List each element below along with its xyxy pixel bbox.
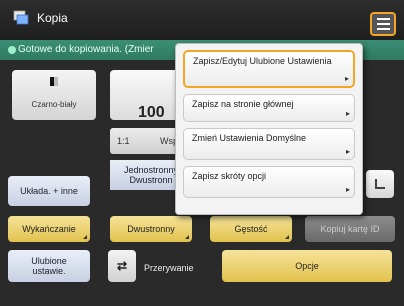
interrupt-button[interactable]: ⇄ bbox=[108, 250, 136, 282]
color-mode-button[interactable]: Czarno-biały bbox=[12, 70, 96, 120]
submenu-arrow-icon: ▸ bbox=[345, 109, 350, 118]
status-ok-icon bbox=[8, 46, 16, 54]
copy-ratio-panel[interactable]: 100 bbox=[110, 70, 180, 121]
menu-button[interactable] bbox=[370, 12, 396, 36]
header-bar: Kopia bbox=[0, 0, 404, 40]
menu-item-save-to-home[interactable]: Zapisz na stronie głównej ▸ bbox=[183, 94, 355, 122]
ratio-label: 1:1 bbox=[117, 136, 130, 146]
interrupt-label: Przerywanie bbox=[144, 263, 194, 273]
layout-other-button[interactable]: Układa. + inne bbox=[8, 176, 90, 206]
density-button[interactable]: Gęstość bbox=[210, 216, 292, 242]
menu-dropdown: Zapisz/Edytuj Ulubione Ustawienia ▸ Zapi… bbox=[175, 43, 363, 215]
id-card-copy-button[interactable]: Kopiuj kartę ID bbox=[305, 216, 395, 242]
interrupt-icon: ⇄ bbox=[116, 259, 128, 273]
finishing-button[interactable]: Wykańczanie bbox=[8, 216, 90, 242]
status-message: Gotowe do kopiowania. (Zmier bbox=[18, 44, 154, 55]
copy-app-icon bbox=[13, 10, 29, 25]
black-white-icon bbox=[50, 77, 58, 86]
hamburger-menu-icon bbox=[376, 18, 390, 20]
submenu-arrow-icon: ▸ bbox=[345, 147, 350, 156]
app-title: Kopia bbox=[37, 11, 68, 25]
favorite-settings-button[interactable]: Ulubione ustawie. bbox=[8, 250, 90, 282]
copy-screen: Kopia Gotowe do kopiowania. (Zmier Czarn… bbox=[0, 0, 404, 306]
ratio-row[interactable]: 1:1 Wsp bbox=[110, 128, 185, 154]
two-sided-button[interactable]: Dwustronny bbox=[110, 216, 192, 242]
color-mode-label: Czarno-biały bbox=[31, 100, 77, 109]
copy-ratio-value: 100 bbox=[138, 104, 165, 121]
menu-item-save-shortcut[interactable]: Zapisz skróty opcji ▸ bbox=[183, 166, 355, 198]
submenu-arrow-icon: ▸ bbox=[345, 185, 350, 194]
menu-item-edit-favorites[interactable]: Zapisz/Edytuj Ulubione Ustawienia ▸ bbox=[183, 50, 355, 88]
collapse-icon[interactable] bbox=[366, 170, 394, 198]
menu-item-change-defaults[interactable]: Zmień Ustawienia Domyślne ▸ bbox=[183, 128, 355, 160]
submenu-arrow-icon: ▸ bbox=[344, 74, 349, 83]
options-button[interactable]: Opcje bbox=[222, 250, 392, 282]
